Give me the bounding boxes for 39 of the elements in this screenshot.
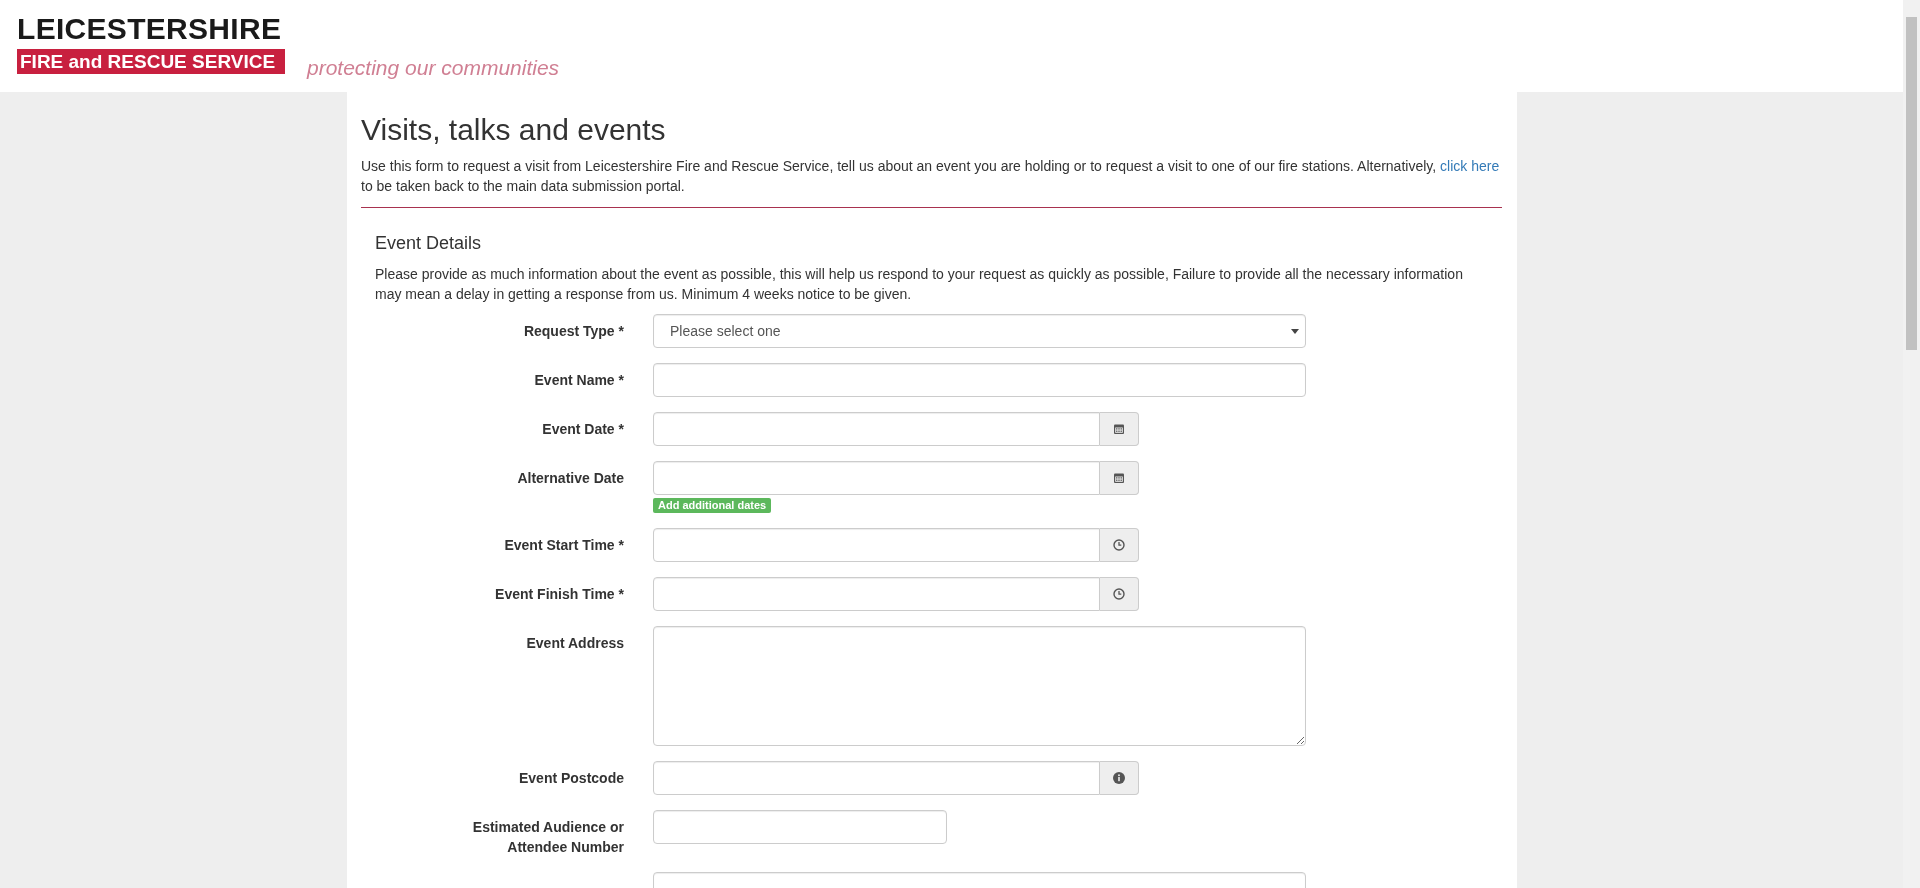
logo-title: LEICESTERSHIRE: [17, 14, 283, 44]
caret-icon: [1291, 328, 1299, 334]
click-here-link[interactable]: click here: [1440, 158, 1500, 174]
input-field[interactable]: [653, 461, 1100, 495]
field-label: Event Address: [526, 634, 624, 653]
add-dates-button[interactable]: Add additional dates: [653, 498, 772, 513]
textarea-field[interactable]: [653, 626, 1306, 746]
input-field[interactable]: [653, 761, 1100, 795]
input-addon[interactable]: [1100, 461, 1139, 495]
calendar-icon: [1113, 423, 1125, 435]
input-addon[interactable]: [1100, 761, 1139, 795]
clock-icon: [1113, 539, 1125, 551]
input-field[interactable]: [653, 577, 1100, 611]
field-label: Event Postcode: [518, 769, 624, 788]
scrollbar-thumb[interactable]: [1906, 17, 1917, 350]
input-field[interactable]: [653, 810, 947, 844]
select-field[interactable]: Please select one: [653, 314, 1306, 348]
intro-text: Use this form to request a visit from Leicestershire Fire and Rescue Service, tell us about an event you are holding or to request a visit to one of our fire stations. Alternatively, click here to be taken back to the main data submission portal.: [361, 156, 1502, 208]
field-label: Event Name *: [534, 371, 624, 390]
input-addon[interactable]: [1100, 577, 1139, 611]
field-label: Alternative Date: [517, 469, 624, 488]
page-title: Visits, talks and events: [361, 112, 667, 148]
calendar-icon: [1113, 472, 1125, 484]
section-description: Please provide as much information about the event as possible, this will help us respond to your request as quickly as possible, Failure to provide all the necessary information may mean a delay in getting a response from us. Minimum 4 weeks notice to be given.: [375, 265, 1464, 304]
input-field[interactable]: [653, 528, 1100, 562]
input-field[interactable]: [653, 363, 1306, 397]
logo-banner: FIRE and RESCUE SERVICE: [17, 49, 285, 74]
input-addon[interactable]: [1100, 528, 1139, 562]
field-label: Request Type *: [523, 322, 624, 341]
field-label: Event Date *: [542, 420, 624, 439]
tagline: protecting our communities: [307, 55, 560, 81]
field-label: Estimated Audience or Attendee Number: [471, 818, 624, 857]
input-field[interactable]: [653, 412, 1100, 446]
field-label: Event Start Time *: [504, 536, 624, 555]
info-icon: [1113, 772, 1125, 784]
field-label: Event Finish Time *: [495, 585, 624, 604]
input-addon[interactable]: [1100, 412, 1139, 446]
section-title: Event Details: [375, 232, 483, 254]
clock-icon: [1113, 588, 1125, 600]
